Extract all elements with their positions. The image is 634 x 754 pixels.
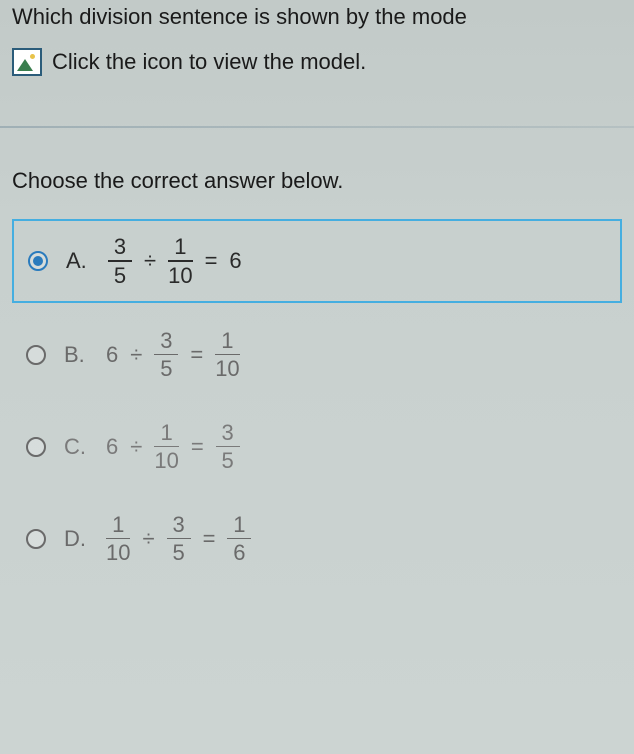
denominator: 10 — [215, 357, 239, 380]
numerator: 1 — [112, 513, 124, 536]
fraction-bar — [108, 260, 132, 262]
instruction-text: Choose the correct answer below. — [0, 158, 634, 219]
fraction: 1 10 — [154, 421, 178, 473]
equals: = — [201, 526, 218, 552]
numerator: 3 — [114, 235, 126, 258]
choice-a-letter: A. — [66, 248, 90, 274]
lhs: 6 — [106, 342, 118, 368]
equals: = — [188, 342, 205, 368]
icon-instruction-text: Click the icon to view the model. — [52, 49, 366, 75]
choice-d-math: 1 10 ÷ 3 5 = 1 6 — [106, 513, 251, 565]
choice-d-letter: D. — [64, 526, 88, 552]
numerator: 1 — [233, 513, 245, 536]
view-model-row: Click the icon to view the model. — [0, 40, 634, 96]
fraction: 1 10 — [215, 329, 239, 381]
choice-a[interactable]: A. 3 5 ÷ 1 10 = 6 — [12, 219, 622, 303]
result: 6 — [229, 248, 241, 274]
denominator: 10 — [168, 264, 192, 287]
choice-a-math: 3 5 ÷ 1 10 = 6 — [108, 235, 242, 287]
radio-b[interactable] — [26, 345, 46, 365]
denominator: 5 — [160, 357, 172, 380]
numerator: 1 — [174, 235, 186, 258]
radio-c[interactable] — [26, 437, 46, 457]
fraction: 1 10 — [168, 235, 192, 287]
fraction-bar — [154, 446, 178, 448]
picture-icon[interactable] — [12, 48, 42, 76]
choice-b[interactable]: B. 6 ÷ 3 5 = 1 10 — [12, 315, 622, 395]
question-text: Which division sentence is shown by the … — [0, 0, 634, 40]
choices-container: A. 3 5 ÷ 1 10 = 6 B. 6 ÷ 3 — [0, 219, 634, 579]
fraction-bar — [227, 538, 251, 540]
divider — [0, 126, 634, 128]
denominator: 10 — [106, 541, 130, 564]
denominator: 10 — [154, 449, 178, 472]
fraction: 1 10 — [106, 513, 130, 565]
operator: ÷ — [128, 342, 144, 368]
numerator: 1 — [221, 329, 233, 352]
numerator: 1 — [160, 421, 172, 444]
choice-c[interactable]: C. 6 ÷ 1 10 = 3 5 — [12, 407, 622, 487]
fraction: 3 5 — [108, 235, 132, 287]
fraction-bar — [106, 538, 130, 540]
equals: = — [203, 248, 220, 274]
fraction-bar — [167, 538, 191, 540]
equals: = — [189, 434, 206, 460]
denominator: 5 — [114, 264, 126, 287]
operator: ÷ — [140, 526, 156, 552]
numerator: 3 — [222, 421, 234, 444]
fraction: 3 5 — [167, 513, 191, 565]
fraction-bar — [154, 354, 178, 356]
fraction-bar — [168, 260, 192, 262]
choice-c-letter: C. — [64, 434, 88, 460]
fraction: 3 5 — [216, 421, 240, 473]
choice-d[interactable]: D. 1 10 ÷ 3 5 = 1 6 — [12, 499, 622, 579]
fraction: 1 6 — [227, 513, 251, 565]
fraction-bar — [215, 354, 239, 356]
denominator: 5 — [172, 541, 184, 564]
lhs: 6 — [106, 434, 118, 460]
radio-a[interactable] — [28, 251, 48, 271]
operator: ÷ — [142, 248, 158, 274]
choice-b-letter: B. — [64, 342, 88, 368]
choice-b-math: 6 ÷ 3 5 = 1 10 — [106, 329, 240, 381]
denominator: 6 — [233, 541, 245, 564]
numerator: 3 — [172, 513, 184, 536]
operator: ÷ — [128, 434, 144, 460]
fraction-bar — [216, 446, 240, 448]
denominator: 5 — [222, 449, 234, 472]
fraction: 3 5 — [154, 329, 178, 381]
numerator: 3 — [160, 329, 172, 352]
choice-c-math: 6 ÷ 1 10 = 3 5 — [106, 421, 240, 473]
radio-d[interactable] — [26, 529, 46, 549]
